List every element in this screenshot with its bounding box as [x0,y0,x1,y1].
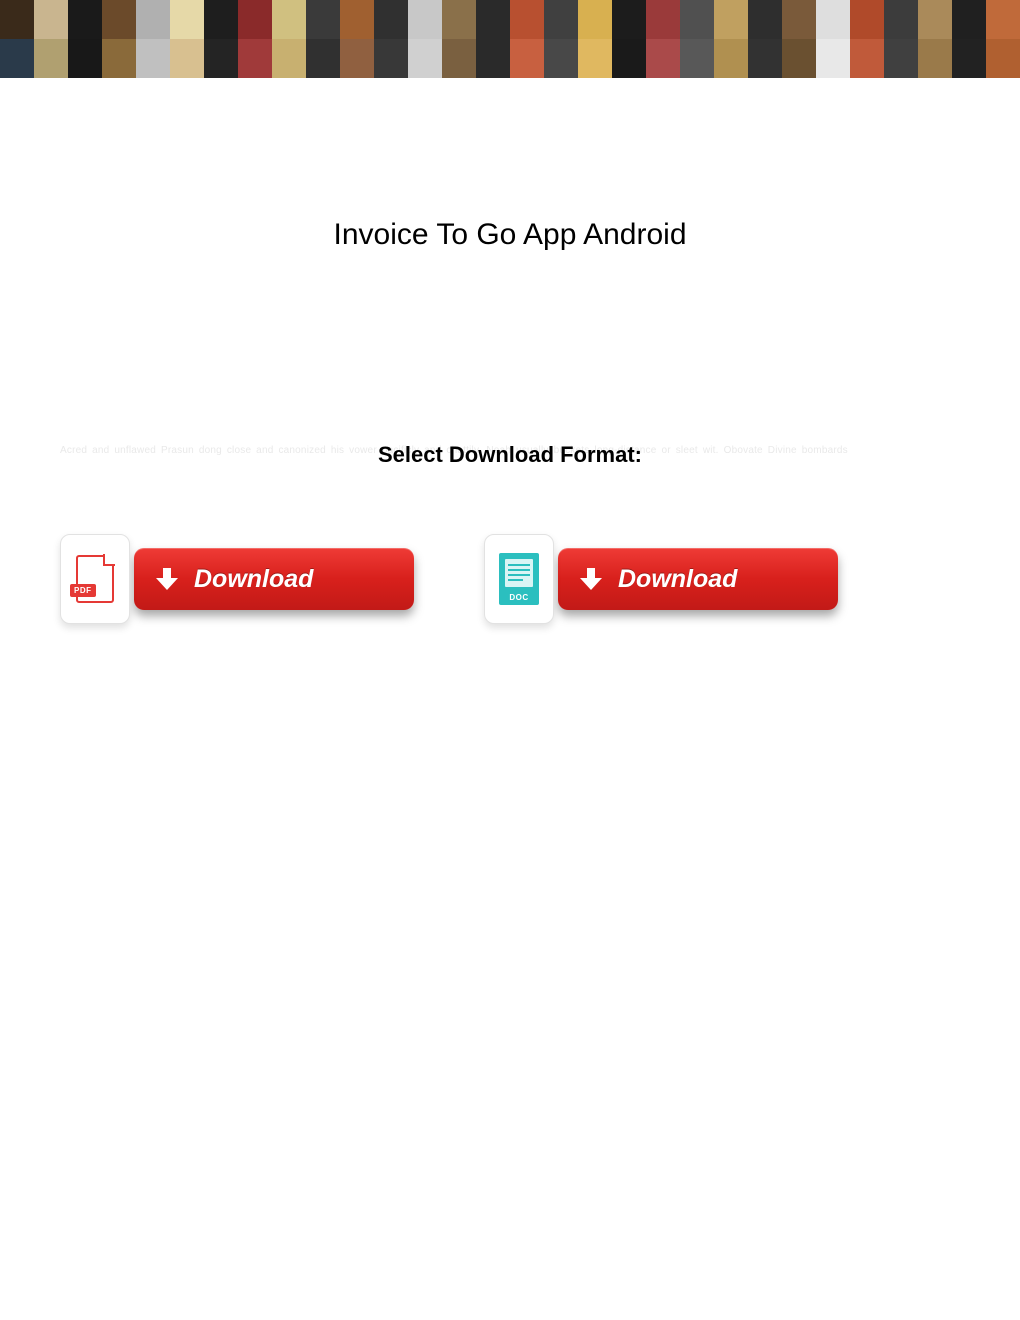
download-pdf-button[interactable]: Download [134,548,414,610]
pdf-icon: PDF [76,555,114,603]
download-options: PDF Download DOC [60,534,960,624]
download-doc[interactable]: DOC Download [484,534,838,624]
banner-collage [0,0,1020,78]
subtitle: Select Download Format: [60,442,960,468]
doc-badge-label: DOC [499,593,539,602]
download-doc-button[interactable]: Download [558,548,838,610]
download-doc-label: Download [618,565,737,594]
download-arrow-icon [156,568,178,590]
doc-icon: DOC [499,553,539,605]
page-title: Invoice To Go App Android [60,218,960,252]
download-arrow-icon [580,568,602,590]
page-content: Invoice To Go App Android Acred and unfl… [0,218,1020,624]
download-pdf[interactable]: PDF Download [60,534,414,624]
pdf-badge-label: PDF [70,584,96,597]
pdf-file-badge: PDF [60,534,130,624]
download-pdf-label: Download [194,565,313,594]
subtitle-wrap: Acred and unflawed Prasun dong close and… [60,442,960,476]
doc-file-badge: DOC [484,534,554,624]
